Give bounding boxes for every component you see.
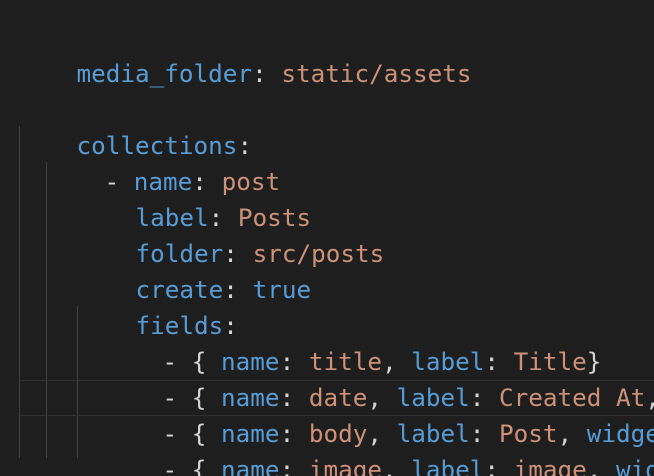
colon: : xyxy=(279,455,309,476)
comma: , xyxy=(381,455,412,476)
yaml-value: image xyxy=(308,455,382,476)
yaml-boolean-value: true xyxy=(237,275,312,304)
colon: : xyxy=(484,455,514,476)
code-line-media-folder[interactable]: media_folder: static/assets xyxy=(18,20,472,88)
code-line-field-date[interactable]: - { name: date, label: Created At, wid xyxy=(104,344,654,412)
list-dash: - xyxy=(162,455,192,476)
code-line-label[interactable]: label: Posts xyxy=(77,164,312,232)
yaml-key: label xyxy=(411,455,485,476)
code-line-folder[interactable]: folder: src/posts xyxy=(77,200,385,268)
yaml-value: static/assets xyxy=(266,59,472,88)
yaml-value: image xyxy=(513,455,587,476)
code-editor[interactable]: media_folder: static/assets collections:… xyxy=(0,0,654,476)
code-line-collections[interactable]: collections: xyxy=(18,92,253,160)
code-line-create[interactable]: create: true xyxy=(77,236,312,304)
code-line-name[interactable]: - name: post xyxy=(46,128,281,196)
yaml-key: media_folder xyxy=(76,59,253,88)
code-line-field-body[interactable]: - { name: body, label: Post, widget: m xyxy=(104,380,654,448)
code-line-field-image[interactable]: - { name: image, label: image, widget: xyxy=(104,416,654,476)
colon: : xyxy=(252,59,267,88)
yaml-key: widget xyxy=(616,455,654,476)
code-line-fields[interactable]: fields: xyxy=(77,272,238,340)
code-line-field-title[interactable]: - { name: title, label: Title} xyxy=(104,308,602,376)
comma: , xyxy=(586,455,617,476)
yaml-key: name xyxy=(221,455,280,476)
brace-open: { xyxy=(191,455,222,476)
